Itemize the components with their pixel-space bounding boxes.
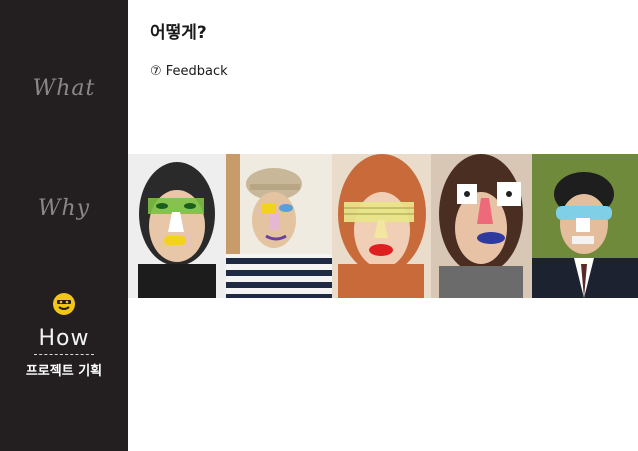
face-badge-icon bbox=[53, 293, 75, 315]
sidebar-item-how-sub: 프로젝트 기획 bbox=[25, 364, 103, 379]
photo-2 bbox=[226, 154, 332, 298]
sidebar: What Why How 프로젝트 기획 bbox=[0, 0, 128, 451]
sidebar-item-what[interactable]: What bbox=[0, 76, 128, 101]
section-heading: ⑦ Feedback bbox=[150, 64, 228, 79]
photo-1 bbox=[128, 154, 226, 298]
photo-strip bbox=[128, 154, 638, 298]
sidebar-item-why[interactable]: Why bbox=[0, 196, 128, 221]
sidebar-item-how[interactable]: How bbox=[0, 326, 128, 351]
page-title: 어떻게? bbox=[150, 23, 207, 43]
divider bbox=[34, 354, 94, 355]
photo-3 bbox=[332, 154, 431, 298]
photo-5 bbox=[532, 154, 638, 298]
photo-4 bbox=[431, 154, 532, 298]
